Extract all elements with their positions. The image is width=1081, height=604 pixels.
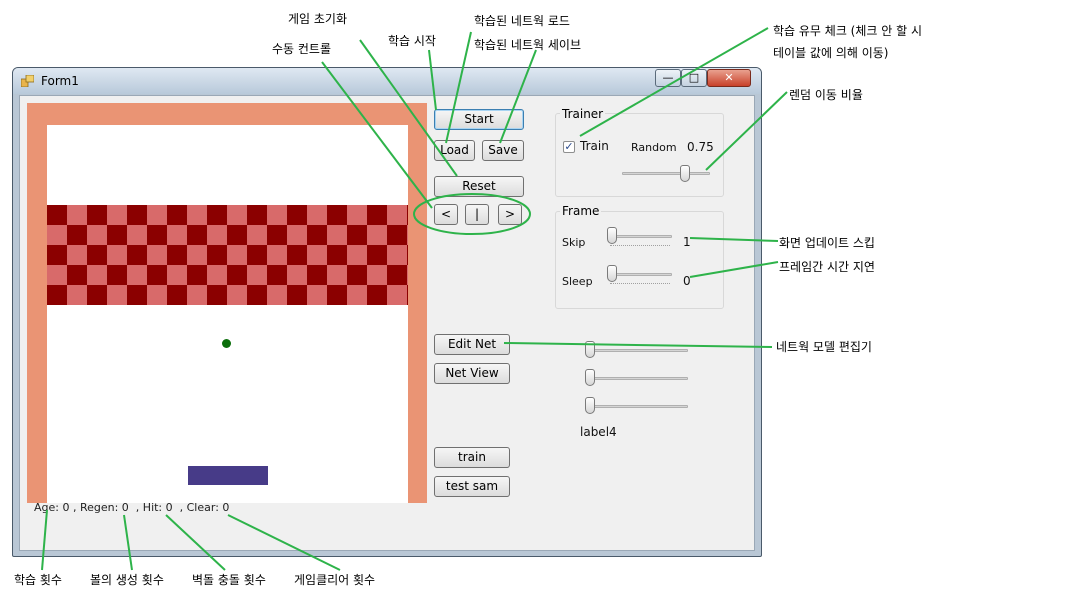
annotation-net-editor: 네트웍 모델 편집기	[776, 340, 872, 354]
annotation-learn-start: 학습 시작	[388, 34, 436, 48]
annotation-train-check-line1: 학습 유무 체크 (체크 안 할 시	[773, 24, 923, 38]
annotation-manual-control: 수동 컨트롤	[272, 42, 332, 56]
annotation-net-save: 학습된 네트웍 세이브	[474, 38, 581, 52]
annotation-wall-hits: 벽돌 충돌 횟수	[192, 573, 266, 587]
annotation-screen-skip: 화면 업데이트 스킵	[779, 236, 875, 250]
annotation-net-load: 학습된 네트웍 로드	[474, 14, 570, 28]
annotation-game-clear: 게임클리어 횟수	[294, 573, 376, 587]
annotation-learn-count: 학습 횟수	[14, 573, 62, 587]
annotation-random-ratio: 렌덤 이동 비율	[789, 88, 863, 102]
annotation-game-reset: 게임 초기화	[288, 12, 348, 26]
annotation-frame-delay: 프레임간 시간 지연	[779, 260, 875, 274]
annotation-train-check-line2: 테이블 값에 의해 이동)	[773, 46, 889, 60]
annotation-ball-regen: 볼의 생성 횟수	[90, 573, 164, 587]
annotation-lines	[41, 27, 788, 571]
